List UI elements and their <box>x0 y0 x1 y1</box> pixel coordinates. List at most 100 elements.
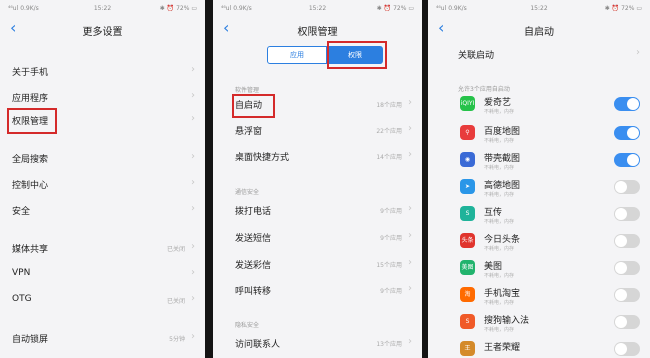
app-row: ◉ 带壳截图 不耗电，内存 <box>428 149 650 175</box>
item-value: 22个应用 <box>376 128 402 135</box>
highlight-box <box>232 94 275 118</box>
nav-bar: ‹ 更多设置 <box>0 16 205 42</box>
section-header: 软件管理 <box>235 87 260 94</box>
screenshot-icon: ◉ <box>460 152 475 167</box>
page-title: 权限管理 <box>297 27 338 38</box>
app-subtitle: 不耗电，内存 <box>484 273 515 279</box>
app-name: 今日头条 <box>484 235 521 245</box>
autostart-toggle[interactable] <box>614 288 640 302</box>
perm-item-call-forward[interactable]: 呼叫转移 9个应用 › <box>213 280 422 302</box>
app-subtitle: 不耗电，内存 <box>484 219 515 225</box>
app-name: 王者荣耀 <box>484 343 521 353</box>
settings-item-auto-lock[interactable]: 自动锁屏 5分钟 › <box>0 328 205 350</box>
item-label: 发送短信 <box>235 234 272 244</box>
app-row: S 互传 不耗电，内存 <box>428 203 650 229</box>
item-label: 桌面快捷方式 <box>235 153 290 163</box>
nav-bar: ‹ 权限管理 <box>213 16 422 42</box>
perm-item-floating-window[interactable]: 悬浮窗 22个应用 › <box>213 120 422 142</box>
toggle-knob <box>615 343 627 355</box>
autostart-toggle[interactable] <box>614 126 640 140</box>
settings-item-security[interactable]: 安全 › <box>0 200 205 222</box>
item-label: 访问联系人 <box>235 340 281 350</box>
settings-item-control-center[interactable]: 控制中心 › <box>0 174 205 196</box>
item-label: 拨打电话 <box>235 207 272 217</box>
settings-item-otg[interactable]: OTG 已关闭 › <box>0 290 205 312</box>
perm-item-send-mms[interactable]: 发送彩信 15个应用 › <box>213 254 422 276</box>
app-row: S 搜狗输入法 不耗电，内存 <box>428 311 650 337</box>
app-row: ➤ 高德地图 不耗电，内存 <box>428 176 650 202</box>
highlight-box <box>7 108 57 134</box>
item-value: 已关闭 <box>166 298 185 305</box>
app-row: 王王者荣耀 <box>428 338 650 358</box>
autostart-toggle[interactable] <box>614 315 640 329</box>
app-name: 带壳截图 <box>484 154 521 164</box>
perm-item-phone-call[interactable]: 拨打电话 9个应用 › <box>213 200 422 222</box>
chevron-right-icon: › <box>408 257 412 268</box>
autostart-toggle[interactable] <box>614 153 640 167</box>
settings-item-about-phone[interactable]: 关于手机 › <box>0 61 205 83</box>
settings-item-apps[interactable]: 应用程序 › <box>0 87 205 109</box>
chevron-right-icon: › <box>191 267 195 278</box>
app-name: 手机淘宝 <box>484 289 521 299</box>
chevron-right-icon: › <box>191 177 195 188</box>
autostart-toggle[interactable] <box>614 97 640 111</box>
sogou-icon: S <box>460 314 475 329</box>
battery-status: ✱ ⏰ 72% ▭ <box>376 5 414 12</box>
app-row: iQIYI 爱奇艺 不耗电，内存 <box>428 93 650 119</box>
item-value: 9个应用 <box>380 235 402 242</box>
toggle-knob <box>615 181 627 193</box>
taobao-icon: 淘 <box>460 287 475 302</box>
page-title: 自启动 <box>524 27 554 38</box>
app-subtitle: 不耗电，内存 <box>484 165 515 171</box>
toggle-knob <box>615 235 627 247</box>
page-title: 更多设置 <box>82 27 123 38</box>
item-label: 应用程序 <box>12 94 49 104</box>
tab-apps[interactable]: 应用 <box>267 46 327 64</box>
perm-item-send-sms[interactable]: 发送短信 9个应用 › <box>213 227 422 249</box>
item-value: 18个应用 <box>376 102 402 109</box>
linked-start-item[interactable]: 关联启动 › <box>428 44 650 66</box>
section-header: 隐私安全 <box>235 322 260 329</box>
toutiao-icon: 头条 <box>460 233 475 248</box>
item-label: 安全 <box>12 207 31 217</box>
autostart-toggle[interactable] <box>614 234 640 248</box>
chevron-right-icon: › <box>191 293 195 304</box>
iqiyi-icon: iQIYI <box>460 96 475 111</box>
item-value: 9个应用 <box>380 288 402 295</box>
chevron-right-icon: › <box>408 336 412 347</box>
item-value: 14个应用 <box>376 154 402 161</box>
chevron-right-icon: › <box>191 331 195 342</box>
perm-item-desktop-shortcut[interactable]: 桌面快捷方式 14个应用 › <box>213 146 422 168</box>
app-subtitle: 不耗电，内存 <box>484 138 515 144</box>
battery-status: ✱ ⏰ 72% ▭ <box>604 5 642 12</box>
toggle-knob <box>627 98 639 110</box>
item-label: 悬浮窗 <box>235 127 263 137</box>
transfer-icon: S <box>460 206 475 221</box>
toggle-knob <box>615 316 627 328</box>
app-subtitle: 不耗电，内存 <box>484 192 515 198</box>
toggle-knob <box>615 262 627 274</box>
highlight-box <box>327 41 387 69</box>
autostart-toggle[interactable] <box>614 342 640 356</box>
autostart-toggle[interactable] <box>614 261 640 275</box>
permission-management-screen: ⁴⁶ul 0.9K/s 15:22 ✱ ⏰ 72% ▭ ‹ 权限管理 应用 权限… <box>213 0 422 358</box>
item-value: 15个应用 <box>376 262 402 269</box>
app-name: 互传 <box>484 208 503 218</box>
autostart-toggle[interactable] <box>614 180 640 194</box>
settings-item-media-share[interactable]: 媒体共享 已关闭 › <box>0 238 205 260</box>
app-row: 美图 美图 不耗电，内存 <box>428 257 650 283</box>
settings-item-vpn[interactable]: VPN › <box>0 264 205 286</box>
toggle-knob <box>627 127 639 139</box>
settings-item-global-search[interactable]: 全局搜索 › <box>0 148 205 170</box>
item-label: 自动锁屏 <box>12 335 49 345</box>
autostart-toggle[interactable] <box>614 207 640 221</box>
item-label: 呼叫转移 <box>235 287 272 297</box>
item-label: 关于手机 <box>12 68 49 78</box>
nav-bar: ‹ 自启动 <box>428 16 650 42</box>
item-label: 媒体共享 <box>12 245 49 255</box>
perm-item-access-contacts[interactable]: 访问联系人 13个应用 › <box>213 333 422 355</box>
toggle-knob <box>615 208 627 220</box>
battery-status: ✱ ⏰ 72% ▭ <box>159 5 197 12</box>
app-subtitle: 不耗电，内存 <box>484 327 515 333</box>
item-label: 关联启动 <box>458 51 495 61</box>
